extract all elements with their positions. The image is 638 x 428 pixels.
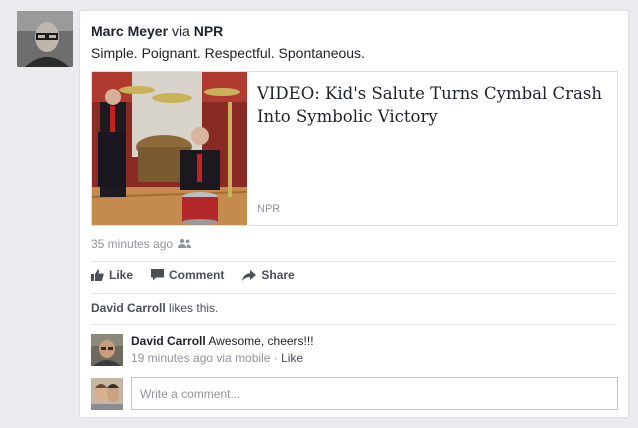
- divider: [91, 324, 617, 325]
- commenter-avatar[interactable]: [91, 334, 123, 366]
- comment-meta: 19 minutes ago via mobile · Like: [131, 350, 314, 367]
- comment-input[interactable]: [131, 377, 618, 410]
- current-user-avatar: [91, 378, 123, 410]
- thumbs-up-icon: [91, 269, 104, 281]
- likes-summary: David Carroll likes this.: [91, 301, 218, 315]
- author-name[interactable]: Marc Meyer: [91, 23, 168, 39]
- post-timestamp[interactable]: 35 minutes ago: [91, 237, 173, 251]
- feed-post: Marc Meyer via NPR Simple. Poignant. Res…: [79, 10, 629, 418]
- comment-bubble-icon: [151, 269, 165, 281]
- comment-text: Awesome, cheers!!!: [205, 334, 314, 348]
- meta-separator: ·: [270, 351, 282, 365]
- comment-timestamp[interactable]: 19 minutes ago via mobile: [131, 351, 270, 365]
- post-text: Simple. Poignant. Respectful. Spontaneou…: [91, 45, 365, 61]
- link-source: NPR: [257, 203, 281, 215]
- share-arrow-icon: [242, 269, 257, 281]
- like-button[interactable]: Like: [91, 266, 133, 284]
- author-avatar[interactable]: [17, 11, 73, 67]
- via-label: via: [171, 23, 190, 39]
- divider: [91, 293, 617, 294]
- share-button[interactable]: Share: [242, 266, 295, 284]
- link-title[interactable]: VIDEO: Kid's Salute Turns Cymbal Crash I…: [257, 82, 605, 128]
- like-label: Like: [109, 268, 134, 282]
- friends-icon[interactable]: [178, 237, 192, 251]
- link-preview[interactable]: VIDEO: Kid's Salute Turns Cymbal Crash I…: [91, 71, 618, 226]
- comment-button[interactable]: Comment: [151, 266, 224, 284]
- link-thumbnail: [92, 72, 247, 225]
- post-header: Marc Meyer via NPR: [91, 22, 223, 40]
- link-body: VIDEO: Kid's Salute Turns Cymbal Crash I…: [247, 72, 617, 225]
- divider: [91, 261, 617, 262]
- comment: David Carroll Awesome, cheers!!! 19 minu…: [131, 333, 314, 367]
- post-actions: Like Comment Share: [91, 266, 295, 284]
- post-meta: 35 minutes ago: [91, 237, 192, 251]
- liker-name[interactable]: David Carroll: [91, 301, 166, 315]
- share-label: Share: [261, 268, 295, 282]
- comment-like-link[interactable]: Like: [281, 351, 303, 365]
- comment-label: Comment: [169, 268, 225, 282]
- commenter-name[interactable]: David Carroll: [131, 334, 206, 348]
- source-name[interactable]: NPR: [194, 23, 224, 39]
- likes-suffix: likes this.: [165, 301, 219, 315]
